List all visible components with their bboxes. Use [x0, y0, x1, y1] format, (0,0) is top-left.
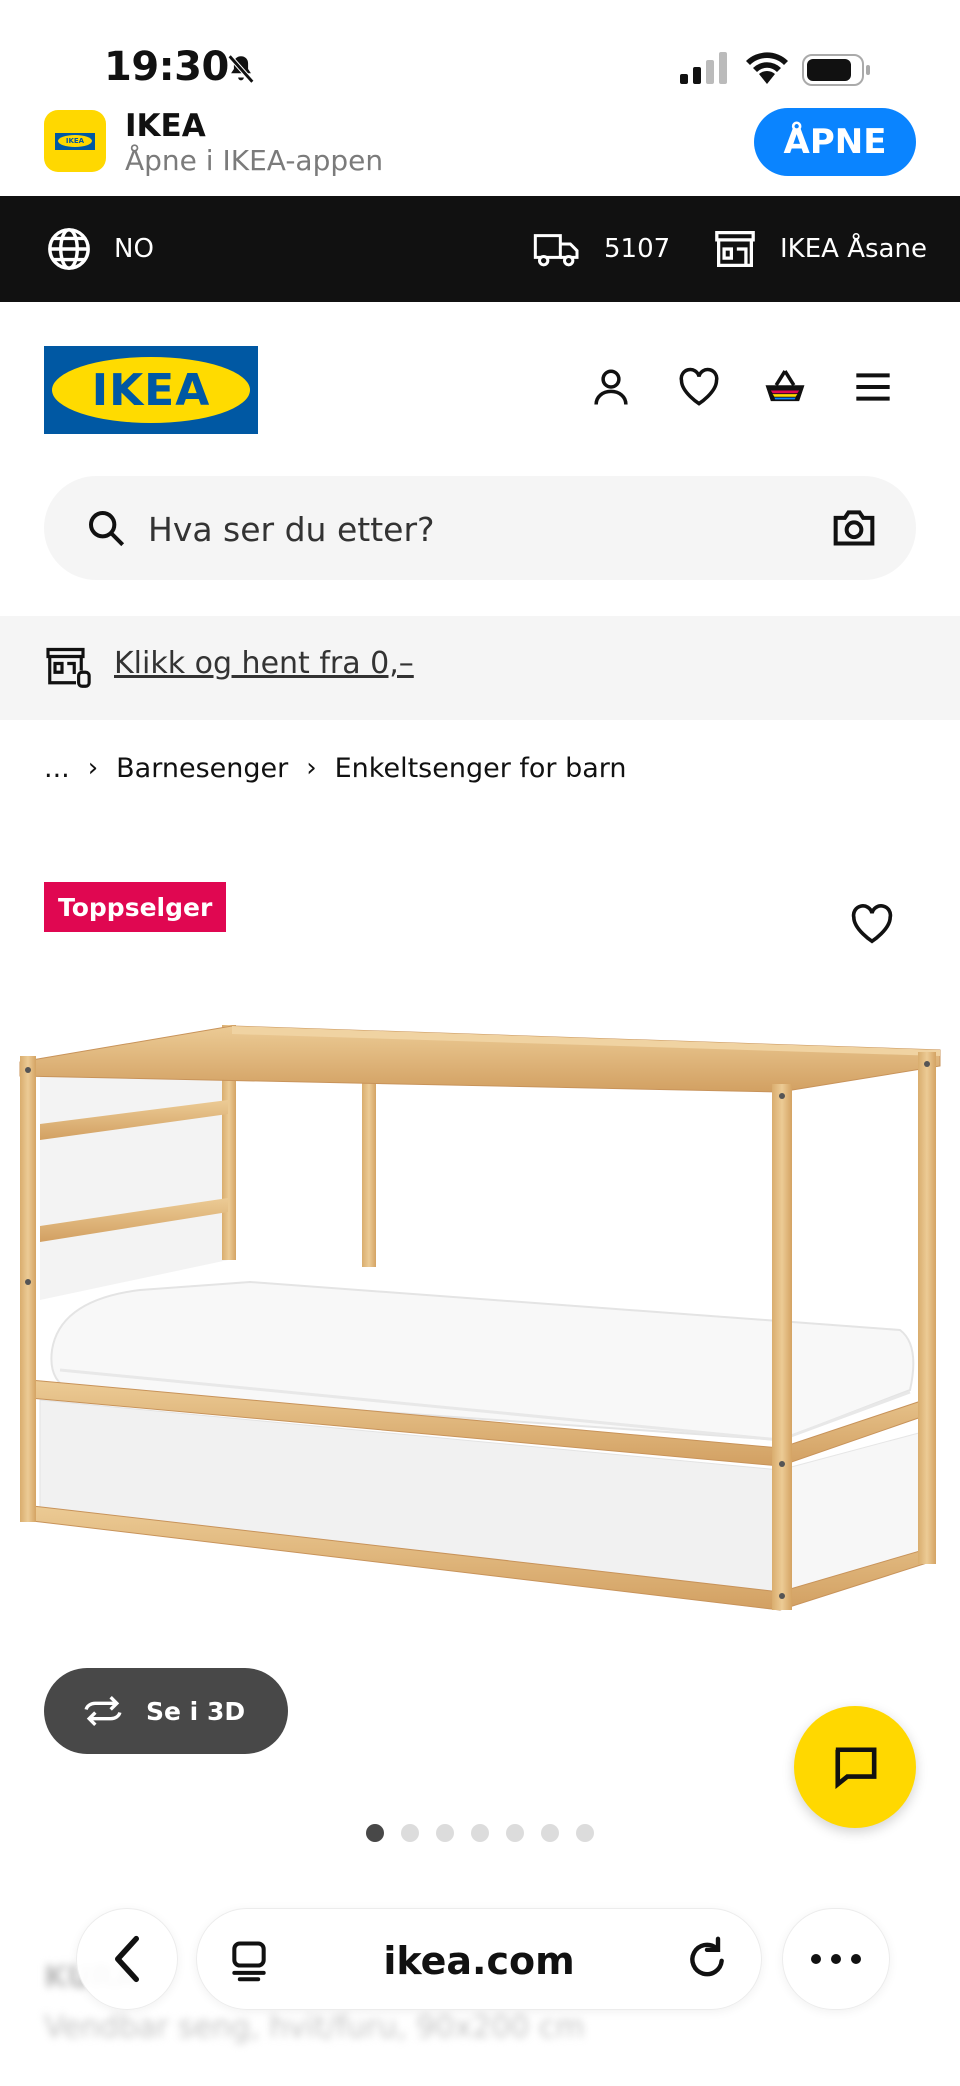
language-selector[interactable]: NO — [46, 196, 154, 302]
url-text: ikea.com — [383, 1939, 575, 1983]
carousel-dot[interactable] — [506, 1824, 524, 1842]
product-image[interactable] — [0, 1000, 960, 1640]
app-subtitle: Åpne i IKEA-appen — [125, 144, 384, 177]
open-app-button[interactable]: ÅPNE — [754, 108, 916, 176]
breadcrumb-separator: › — [306, 753, 317, 783]
carousel-dot[interactable] — [541, 1824, 559, 1842]
status-time: 19:30 — [104, 44, 229, 90]
logo-text: IKEA — [91, 364, 211, 416]
address-bar[interactable]: ikea.com — [196, 1908, 762, 2010]
collect-store-icon — [44, 646, 94, 692]
menu-icon[interactable] — [850, 364, 896, 410]
status-bar: 19:30 — [0, 0, 960, 104]
carousel-dot[interactable] — [576, 1824, 594, 1842]
click-collect-link[interactable]: Klikk og hent fra 0,– — [114, 646, 414, 681]
search-icon — [86, 508, 126, 552]
breadcrumb-separator: › — [87, 753, 99, 783]
more-button[interactable] — [782, 1908, 890, 2010]
top-seller-badge: Toppselger — [44, 882, 227, 932]
ikea-logo[interactable]: IKEA — [44, 346, 258, 434]
reload-icon[interactable] — [685, 1935, 729, 1987]
breadcrumb-item-ellipsis[interactable]: ... — [44, 753, 70, 784]
carousel-dot[interactable] — [401, 1824, 419, 1842]
battery-icon — [802, 54, 872, 90]
signal-icon — [680, 52, 728, 88]
rotate-3d-icon — [84, 1696, 122, 1726]
view-in-3d-label: Se i 3D — [146, 1696, 246, 1726]
wifi-icon — [744, 50, 790, 88]
store-selector[interactable]: IKEA Åsane — [712, 196, 927, 302]
top-utility-bar: NO 5107 IKEA Åsane — [0, 196, 960, 302]
language-label: NO — [114, 234, 154, 264]
smart-app-banner: IKEA IKEA Åpne i IKEA-appen ÅPNE — [0, 104, 960, 196]
store-name: IKEA Åsane — [780, 234, 927, 264]
store-icon — [715, 231, 755, 267]
user-icon[interactable] — [588, 364, 634, 410]
truck-icon — [533, 234, 579, 267]
view-in-3d-button[interactable]: Se i 3D — [44, 1668, 288, 1754]
heart-icon[interactable] — [676, 364, 722, 410]
carousel-dot[interactable] — [366, 1824, 384, 1842]
click-collect-banner[interactable]: Klikk og hent fra 0,– — [0, 616, 960, 720]
bell-slash-icon — [224, 52, 258, 90]
breadcrumb: ... › Barnesenger › Enkeltsenger for bar… — [44, 748, 627, 788]
cart-icon[interactable] — [762, 364, 808, 410]
postal-code: 5107 — [604, 234, 671, 264]
search-input[interactable]: Hva ser du etter? — [148, 510, 435, 549]
site-header: IKEA — [0, 302, 960, 460]
chat-icon — [835, 1747, 877, 1789]
search-bar[interactable]: Hva ser du etter? — [44, 476, 916, 580]
globe-icon — [48, 228, 90, 270]
breadcrumb-item-enkeltsenger[interactable]: Enkeltsenger for barn — [335, 753, 627, 784]
app-name: IKEA — [125, 108, 206, 144]
back-icon — [114, 1935, 139, 1983]
camera-icon[interactable] — [832, 506, 876, 552]
more-icon — [811, 1954, 861, 1964]
ikea-app-icon: IKEA — [44, 110, 106, 172]
carousel-dot[interactable] — [436, 1824, 454, 1842]
image-carousel-dots — [366, 1824, 594, 1842]
back-button[interactable] — [76, 1908, 178, 2010]
chat-button[interactable] — [794, 1706, 916, 1828]
breadcrumb-item-barnesenger[interactable]: Barnesenger — [116, 753, 288, 784]
browser-toolbar: ikea.com — [0, 1900, 960, 2020]
postal-code-selector[interactable]: 5107 — [532, 196, 670, 302]
carousel-dot[interactable] — [471, 1824, 489, 1842]
heart-icon[interactable] — [850, 904, 894, 948]
